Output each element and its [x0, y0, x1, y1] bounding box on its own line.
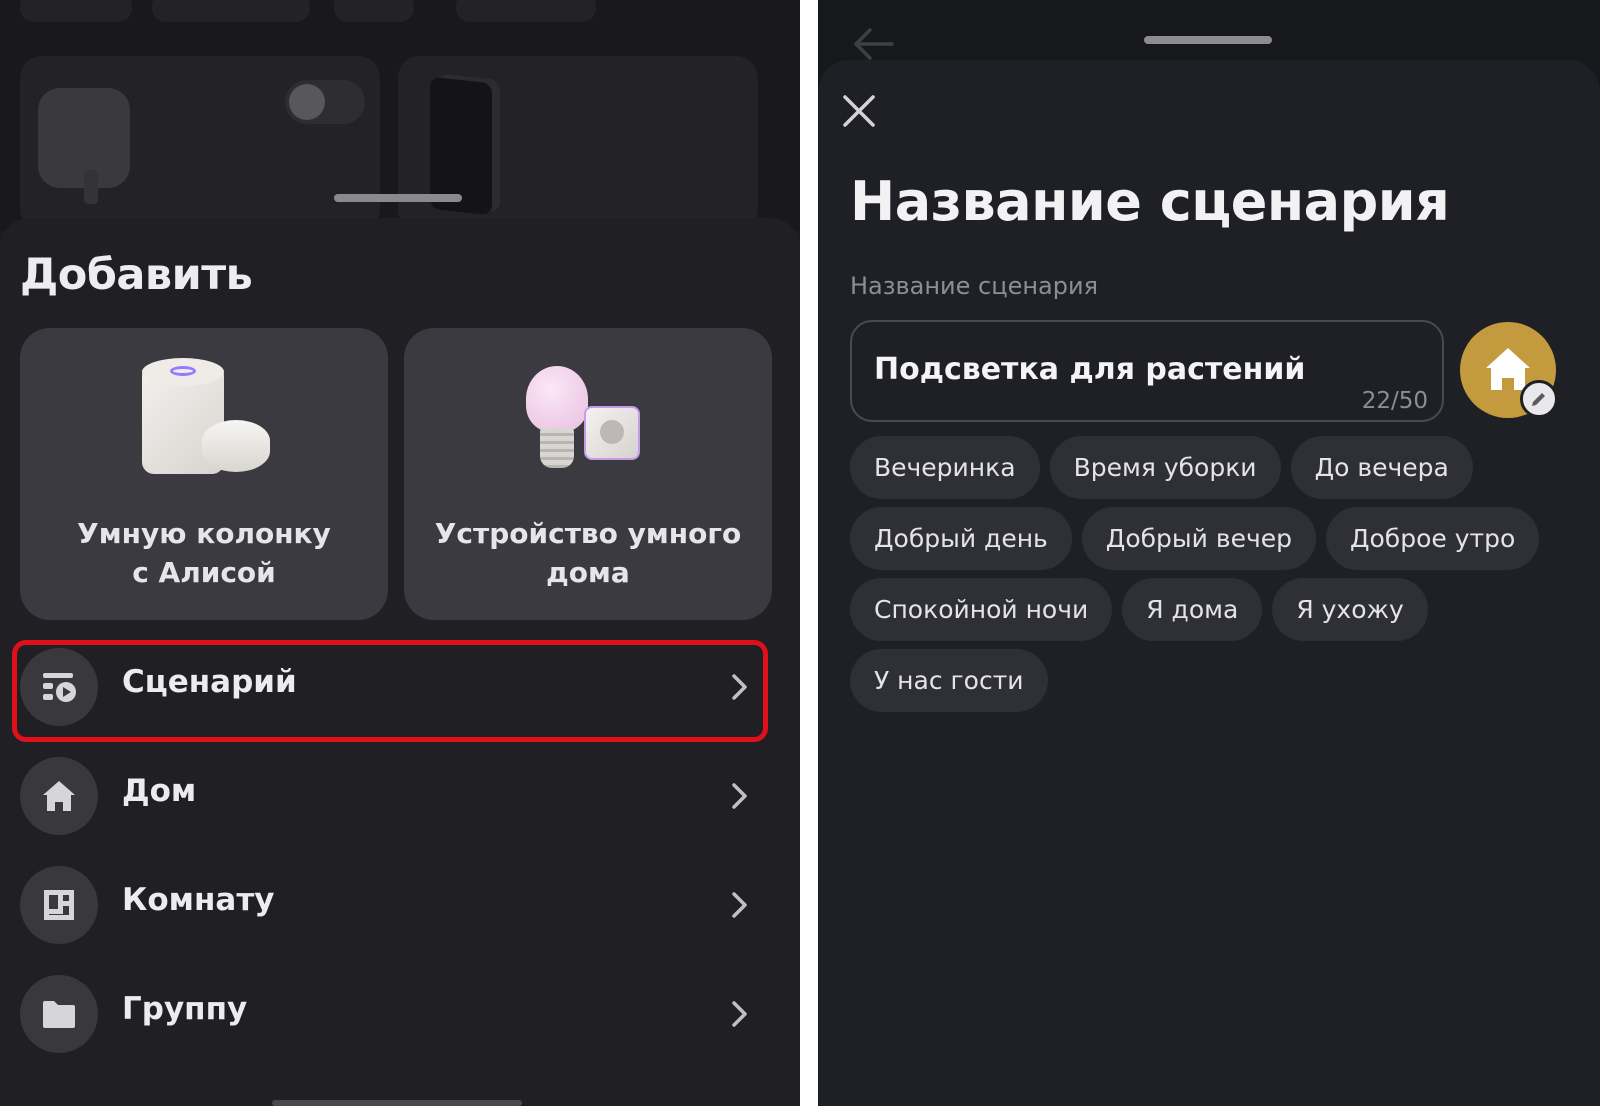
back-arrow-icon[interactable]: [850, 26, 896, 62]
home-indicator: [272, 1100, 522, 1106]
menu-item-group[interactable]: Группу: [0, 963, 800, 1063]
chevron-right-icon: [732, 783, 747, 809]
card-label: Умную колонку с Алисой: [77, 517, 331, 589]
chevron-right-icon: [732, 892, 747, 918]
background-toggle: [285, 80, 365, 124]
page-title: Название сценария: [850, 170, 1450, 233]
smart-speaker-image: [170, 366, 196, 376]
sheet-title: Добавить: [20, 250, 253, 300]
edit-pencil-icon[interactable]: [1520, 380, 1558, 418]
add-smart-speaker-card[interactable]: Умную колонку с Алисой: [20, 328, 388, 620]
folder-icon: [20, 975, 98, 1053]
suggestion-chip[interactable]: Добрый вечер: [1081, 507, 1316, 570]
home-icon: [20, 757, 98, 835]
name-suggestions: Вечеринка Время уборки До вечера Добрый …: [850, 436, 1570, 712]
suggestion-chip[interactable]: До вечера: [1290, 436, 1473, 499]
field-label: Название сценария: [850, 272, 1099, 300]
suggestion-chip[interactable]: Спокойной ночи: [850, 578, 1113, 641]
background-pill: [456, 0, 596, 22]
sheet-handle[interactable]: [334, 194, 462, 202]
smart-plug-image: [600, 420, 624, 444]
scenario-name-screen: Название сценария Название сценария Подс…: [818, 0, 1600, 1106]
toggle-knob: [289, 84, 325, 120]
input-value: Подсветка для растений: [874, 352, 1306, 387]
suggestion-chip[interactable]: Доброе утро: [1325, 507, 1540, 570]
socket-image: [84, 170, 98, 204]
scenario-highlight-box: [12, 640, 768, 742]
menu-item-home[interactable]: Дом: [0, 745, 800, 845]
smart-bulb-image: [540, 428, 574, 468]
menu-item-label: Группу: [122, 991, 248, 1027]
char-counter: 22/50: [1361, 388, 1428, 414]
chevron-right-icon: [732, 1001, 747, 1027]
suggestion-chip[interactable]: Я дома: [1122, 578, 1263, 641]
background-pill: [20, 0, 132, 22]
sheet-handle[interactable]: [1144, 36, 1272, 44]
smart-bulb-image: [526, 366, 588, 432]
room-icon: [20, 866, 98, 944]
screenshot-divider: [800, 0, 818, 1106]
add-screen: Добавить Умную колонку с Алисой Устройст…: [0, 0, 800, 1106]
scenario-name-input[interactable]: Подсветка для растений 22/50: [850, 320, 1444, 422]
card-label: Устройство умного дома: [434, 517, 742, 589]
suggestion-chip[interactable]: Время уборки: [1049, 436, 1281, 499]
suggestion-chip[interactable]: У нас гости: [850, 649, 1048, 712]
suggestion-chip[interactable]: Вечеринка: [850, 436, 1040, 499]
background-pill: [152, 0, 310, 22]
menu-item-label: Комнату: [122, 882, 275, 918]
menu-item-room[interactable]: Комнату: [0, 854, 800, 954]
scenario-name-sheet: Название сценария Название сценария Подс…: [818, 60, 1600, 1106]
suggestion-chip[interactable]: Я ухожу: [1272, 578, 1428, 641]
suggestion-chip[interactable]: Добрый день: [850, 507, 1072, 570]
close-icon[interactable]: [838, 90, 880, 132]
menu-item-label: Дом: [122, 773, 197, 809]
add-smart-home-device-card[interactable]: Устройство умного дома: [404, 328, 772, 620]
smart-speaker-mini-image: [202, 420, 270, 472]
background-pill: [334, 0, 414, 22]
